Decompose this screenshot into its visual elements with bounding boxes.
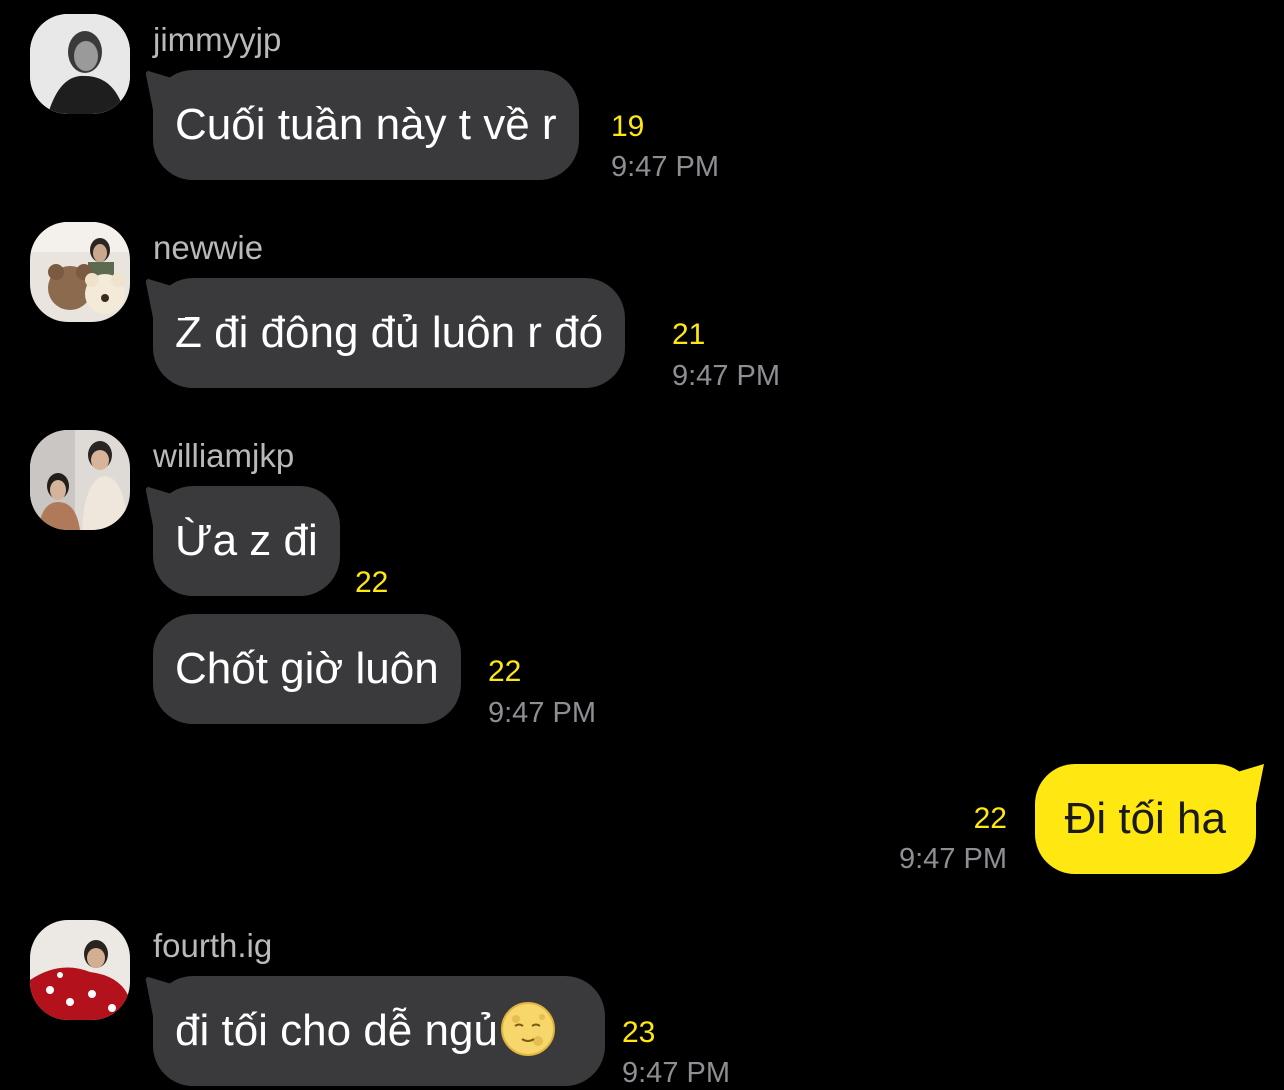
avatar-photo-icon xyxy=(30,222,130,322)
avatar[interactable] xyxy=(30,222,130,322)
message-text: Cuối tuần này t về r xyxy=(175,100,557,149)
message-text: Z đi đông đủ luôn r đó xyxy=(175,308,604,357)
avatar[interactable] xyxy=(30,920,130,1020)
message-bubble[interactable]: Cuối tuần này t về r xyxy=(153,70,579,180)
sender-name: newwie xyxy=(153,229,264,266)
avatar[interactable] xyxy=(30,14,130,114)
avatar-photo-icon xyxy=(30,920,130,1020)
message-bubble[interactable]: Ừa z đi xyxy=(153,486,340,596)
my-message-bubble[interactable]: Đi tối ha xyxy=(1034,764,1256,874)
sender-name: jimmyyjp xyxy=(153,21,282,58)
avatar[interactable] xyxy=(30,430,130,530)
unread-count: 22 xyxy=(488,655,522,688)
message-timestamp: 9:47 PM xyxy=(622,1057,730,1089)
unread-count: 19 xyxy=(611,110,645,143)
unread-count: 22 xyxy=(973,802,1007,835)
message-bubble[interactable]: Z đi đông đủ luôn r đó xyxy=(153,278,626,388)
message-text: Đi tối ha xyxy=(1064,794,1226,843)
message-bubble[interactable]: Chốt giờ luôn xyxy=(153,614,461,724)
message-timestamp: 9:47 PM xyxy=(899,843,1007,875)
message-timestamp: 9:47 PM xyxy=(672,360,780,392)
sender-name: fourth.ig xyxy=(153,927,273,964)
message-text: đi tối cho dễ ngủ xyxy=(175,1006,498,1055)
unread-count: 23 xyxy=(622,1016,656,1049)
message-timestamp: 9:47 PM xyxy=(488,697,596,729)
message-text: Ừa z đi xyxy=(175,516,318,565)
message-timestamp: 9:47 PM xyxy=(611,151,719,183)
message-text: Chốt giờ luôn xyxy=(175,644,439,693)
unread-count: 21 xyxy=(672,318,706,351)
unread-count: 22 xyxy=(355,566,389,599)
message-bubble[interactable]: đi tối cho dễ ngủ xyxy=(153,976,605,1086)
avatar-photo-icon xyxy=(30,14,130,114)
avatar-photo-icon xyxy=(30,430,130,530)
sender-name: williamjkp xyxy=(153,437,295,474)
full-moon-face-icon xyxy=(500,1002,555,1057)
